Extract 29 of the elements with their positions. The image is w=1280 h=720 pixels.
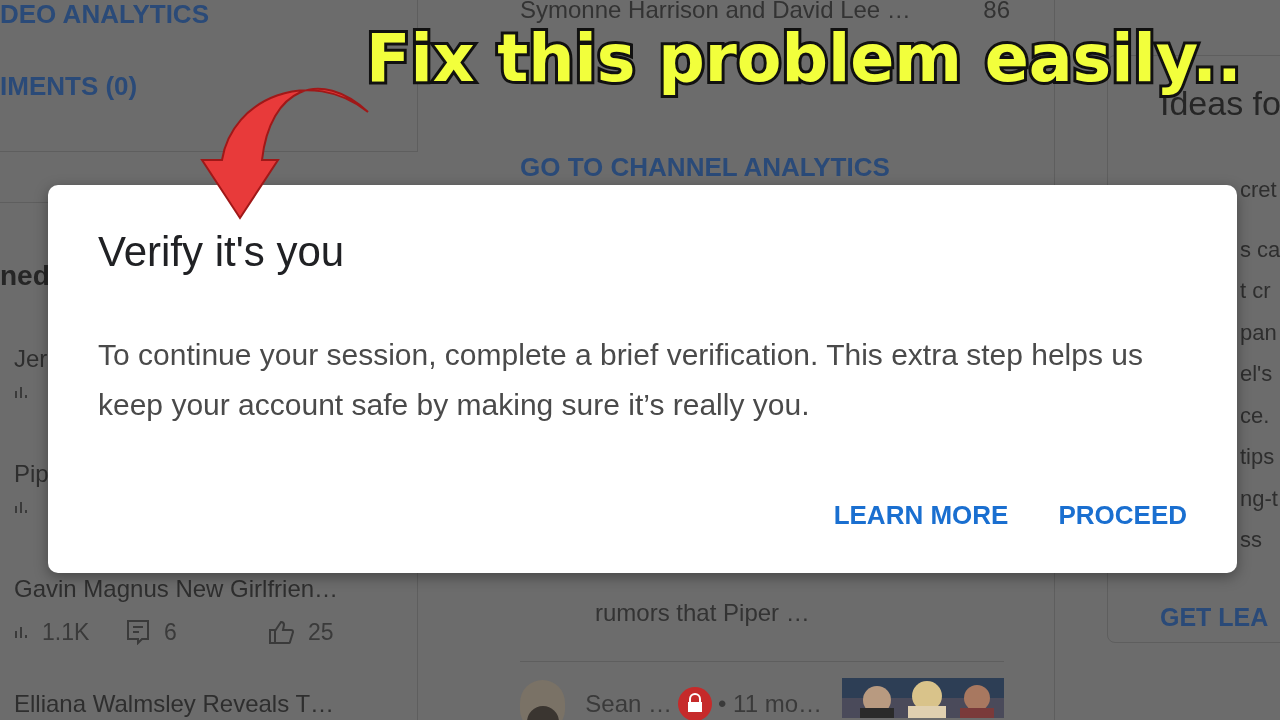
lock-badge-icon bbox=[678, 687, 712, 720]
dialog-title: Verify it's you bbox=[98, 227, 346, 277]
card-text: tips bbox=[1240, 443, 1276, 471]
thumbs-up-icon bbox=[268, 619, 294, 646]
dialog-button[interactable]: PROCEED bbox=[1058, 496, 1187, 535]
avatar bbox=[520, 680, 566, 720]
card-text: pan bbox=[1240, 318, 1278, 347]
card-text: ng-t bbox=[1240, 484, 1279, 513]
comment-icon bbox=[126, 619, 150, 646]
dialog-message: To continue your session, complete a brief verification. This extra step helps us keep your account safe by making sure it’s really you. bbox=[98, 337, 1144, 423]
video-title[interactable]: Elliana Walmsley Reveals T… bbox=[14, 686, 417, 720]
bar-chart-icon bbox=[14, 625, 28, 640]
video-title[interactable]: Symonne Harrison and David Lee … bbox=[520, 0, 911, 28]
video-title[interactable]: Gavin Magnus New Girlfrien… bbox=[14, 571, 417, 607]
dialog-button[interactable]: LEARN MORE bbox=[833, 496, 1009, 535]
bar-chart-icon bbox=[14, 385, 28, 399]
card-text: cret bbox=[1240, 176, 1278, 204]
channel-analytics-link[interactable]: GO TO CHANNEL ANALYTICS bbox=[520, 148, 1004, 187]
card-text: ss bbox=[1240, 526, 1263, 554]
section-heading: ned bbox=[0, 259, 46, 293]
bar-chart-icon bbox=[14, 500, 28, 514]
card-text: t cr bbox=[1240, 277, 1272, 305]
card-link[interactable]: GET LEA bbox=[1160, 598, 1280, 636]
card-text: s ca bbox=[1240, 235, 1280, 264]
view-count: 86 bbox=[983, 0, 1010, 25]
comment-text: rumors that Piper … bbox=[595, 598, 811, 628]
card-text: el's bbox=[1240, 360, 1274, 388]
card-link[interactable]: DEO ANALYTICS bbox=[0, 0, 417, 30]
card-text: ce. bbox=[1240, 401, 1271, 430]
